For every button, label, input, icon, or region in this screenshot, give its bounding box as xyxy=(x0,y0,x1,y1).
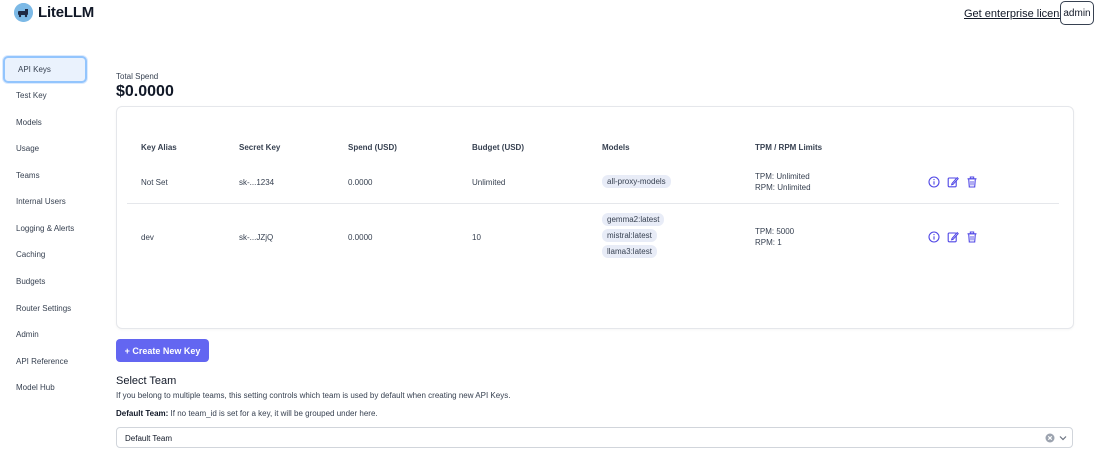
column-header-budget: Budget (USD) xyxy=(472,143,524,152)
delete-icon[interactable] xyxy=(966,231,978,243)
app-name: LiteLLM xyxy=(38,4,95,21)
sidebar-item-caching[interactable]: Caching xyxy=(3,241,87,268)
sidebar-item-model-hub[interactable]: Model Hub xyxy=(3,374,87,401)
clear-icon[interactable] xyxy=(1045,433,1055,443)
model-tag: all-proxy-models xyxy=(602,175,671,188)
spend-cell: 0.0000 xyxy=(348,178,373,187)
model-tag: llama3:latest xyxy=(602,245,657,258)
secret-key-cell: sk-...JZjQ xyxy=(239,233,274,242)
delete-icon[interactable] xyxy=(966,176,978,188)
chevron-down-icon[interactable] xyxy=(1058,433,1068,443)
column-header-secret-key: Secret Key xyxy=(239,143,281,152)
select-team-description: If you belong to multiple teams, this se… xyxy=(116,391,511,400)
sidebar-item-admin[interactable]: Admin xyxy=(3,321,87,348)
info-icon[interactable] xyxy=(928,176,940,188)
app-logo[interactable]: LiteLLM xyxy=(14,3,94,22)
rpm-limit-cell: RPM: Unlimited xyxy=(755,183,811,192)
select-team-title: Select Team xyxy=(116,375,177,387)
create-new-key-button[interactable]: + Create New Key xyxy=(116,339,209,362)
tpm-limit-cell: TPM: Unlimited xyxy=(755,172,810,181)
train-logo-icon xyxy=(14,3,33,22)
default-team-description: Default Team: If no team_id is set for a… xyxy=(116,409,378,418)
total-spend-value: $0.0000 xyxy=(116,83,174,100)
edit-icon[interactable] xyxy=(947,231,959,243)
row-divider xyxy=(127,203,1059,204)
sidebar-item-internal-users[interactable]: Internal Users xyxy=(3,188,87,215)
edit-icon[interactable] xyxy=(947,176,959,188)
sidebar-item-test-key[interactable]: Test Key xyxy=(3,82,87,109)
column-header-tpm-rpm: TPM / RPM Limits xyxy=(755,143,823,152)
sidebar-item-usage[interactable]: Usage xyxy=(3,135,87,162)
enterprise-license-link[interactable]: Get enterprise license xyxy=(964,8,1071,20)
sidebar-item-models[interactable]: Models xyxy=(3,109,87,136)
sidebar-item-budgets[interactable]: Budgets xyxy=(3,268,87,295)
column-header-models: Models xyxy=(602,143,630,152)
secret-key-cell: sk-...1234 xyxy=(239,178,275,187)
key-alias-cell: Not Set xyxy=(141,178,168,187)
tpm-limit-cell: TPM: 5000 xyxy=(755,227,795,236)
sidebar-item-api-reference[interactable]: API Reference xyxy=(3,348,87,375)
user-menu-button[interactable]: admin xyxy=(1060,1,1094,25)
top-header: LiteLLM Get enterprise license admin xyxy=(0,0,1100,30)
column-header-key-alias: Key Alias xyxy=(141,143,177,152)
model-tag: mistral:latest xyxy=(602,229,657,242)
column-header-spend: Spend (USD) xyxy=(348,143,397,152)
sidebar-item-teams[interactable]: Teams xyxy=(3,162,87,189)
budget-cell: Unlimited xyxy=(472,178,506,187)
spend-cell: 0.0000 xyxy=(348,233,373,242)
key-alias-cell: dev xyxy=(141,233,154,242)
model-tag: gemma2:latest xyxy=(602,213,665,226)
default-team-text: If no team_id is set for a key, it will … xyxy=(168,409,378,418)
api-keys-table: Key Alias Secret Key Spend (USD) Budget … xyxy=(116,106,1074,329)
default-team-label: Default Team: xyxy=(116,409,169,418)
rpm-limit-cell: RPM: 1 xyxy=(755,238,782,247)
sidebar-item-logging-alerts[interactable]: Logging & Alerts xyxy=(3,215,87,242)
budget-cell: 10 xyxy=(472,233,481,242)
sidebar-item-api-keys[interactable]: API Keys xyxy=(3,56,87,83)
team-select-value: Default Team xyxy=(125,434,172,443)
sidebar-item-router-settings[interactable]: Router Settings xyxy=(3,295,87,322)
info-icon[interactable] xyxy=(928,231,940,243)
team-select[interactable]: Default Team xyxy=(116,427,1073,448)
total-spend-label: Total Spend xyxy=(116,72,159,81)
